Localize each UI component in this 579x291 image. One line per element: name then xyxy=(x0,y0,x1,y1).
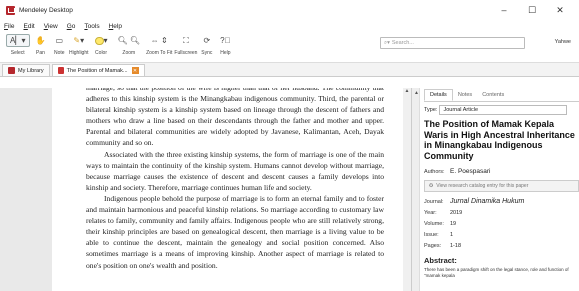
maximize-icon[interactable]: ☐ xyxy=(519,3,545,17)
minimize-icon[interactable]: – xyxy=(491,3,517,17)
details-tabs: Details Notes Contents xyxy=(424,88,579,102)
pages-label: Pages: xyxy=(424,242,442,249)
menu-tools[interactable]: Tools xyxy=(84,23,99,30)
highlight-icon: ✎ ▾ xyxy=(73,36,85,45)
paragraph: Indigenous people behold the purpose of … xyxy=(86,193,384,270)
pan-button[interactable]: ✋ Pan xyxy=(32,34,50,56)
main-content: marriage, so that the position of the wi… xyxy=(0,88,579,291)
tab-document[interactable]: The Position of Mamak... ✕ xyxy=(51,64,145,76)
panel-splitter[interactable]: ▲ xyxy=(412,88,420,291)
user-name[interactable]: Yahwe xyxy=(555,39,571,45)
highlight-button[interactable]: ✎ ▾ Highlight xyxy=(69,34,88,56)
tab-details[interactable]: Details xyxy=(424,89,453,101)
journal-label: Journal: xyxy=(424,198,444,205)
tab-my-library[interactable]: My Library xyxy=(2,64,50,76)
window-controls: – ☐ ✕ xyxy=(491,3,573,17)
details-panel: ▲ Details Notes Contents Type: Journal A… xyxy=(412,88,579,291)
issue-label: Issue: xyxy=(424,231,439,238)
details-content: Details Notes Contents Type: Journal Art… xyxy=(424,88,579,291)
zoom-icon: 🔍︎ 🔍︎ xyxy=(117,36,141,45)
issue-row: Issue: 1 xyxy=(424,229,579,240)
viewer-gutter xyxy=(0,88,52,291)
menu-bar: File Edit View Go Tools Help xyxy=(0,20,579,32)
collapse-arrow-icon[interactable]: ▲ xyxy=(414,90,419,96)
menu-edit[interactable]: Edit xyxy=(24,23,35,30)
library-icon xyxy=(8,67,15,74)
window-title: Mendeley Desktop xyxy=(19,6,73,14)
menu-go[interactable]: Go xyxy=(67,23,76,30)
volume-value[interactable]: 19 xyxy=(450,221,456,227)
zoom-fit-icon: ⇔ ⇕ xyxy=(150,36,168,45)
pages-value[interactable]: 1-18 xyxy=(450,243,461,249)
authors-value[interactable]: E. Poespasari xyxy=(450,168,490,175)
volume-label: Volume: xyxy=(424,220,444,227)
help-icon: ?⃝ xyxy=(220,36,231,45)
authors-label: Authors: xyxy=(424,168,445,175)
pdf-page[interactable]: marriage, so that the position of the wi… xyxy=(52,88,404,291)
paragraph: marriage, so that the position of the wi… xyxy=(86,88,384,148)
pages-row: Pages: 1-18 xyxy=(424,240,579,251)
document-title[interactable]: The Position of Mamak Kepala Waris in Hi… xyxy=(424,119,576,161)
search-icon: ⌕▾ xyxy=(384,39,390,46)
fullscreen-button[interactable]: ⛶ Fullscreen xyxy=(174,34,197,57)
fullscreen-icon: ⛶ xyxy=(183,35,189,45)
pdf-icon xyxy=(57,67,64,74)
cursor-icon: A▏▾ xyxy=(6,34,30,47)
mendeley-window: Mendeley Desktop – ☐ ✕ File Edit View Go… xyxy=(0,0,579,291)
search-placeholder: Search... xyxy=(391,40,414,46)
type-row: Type: Journal Article xyxy=(424,105,579,115)
year-value[interactable]: 2019 xyxy=(450,210,462,216)
hand-icon: ✋ xyxy=(35,36,46,45)
journal-value[interactable]: Jurnal Dinamika Hukum xyxy=(450,198,524,205)
color-button[interactable]: ▾ Color xyxy=(91,34,112,56)
issue-value[interactable]: 1 xyxy=(450,232,453,238)
sync-icon: ⟳ xyxy=(203,36,211,45)
year-row: Year: 2019 xyxy=(424,207,579,218)
select-button[interactable]: A▏▾ Select xyxy=(6,34,30,56)
note-button[interactable]: ▭ Note xyxy=(51,34,67,56)
type-select[interactable]: Journal Article xyxy=(439,105,568,115)
pdf-viewer[interactable]: marriage, so that the position of the wi… xyxy=(0,88,412,291)
note-icon: ▭ xyxy=(55,36,64,45)
zoom-to-fit-button[interactable]: ⇔ ⇕ Zoom To Fit xyxy=(146,34,172,56)
menu-help[interactable]: Help xyxy=(109,23,122,30)
search-input[interactable]: ⌕▾ Search... xyxy=(380,37,525,49)
tab-notes[interactable]: Notes xyxy=(453,90,477,100)
vertical-scrollbar[interactable]: ▲ xyxy=(403,88,411,291)
paragraph: Associated with the three existing kinsh… xyxy=(86,149,384,192)
close-icon[interactable]: ✕ xyxy=(547,3,573,17)
title-bar: Mendeley Desktop – ☐ ✕ xyxy=(0,0,579,20)
tab-bar: My Library The Position of Mamak... ✕ xyxy=(0,63,579,77)
menu-file[interactable]: File xyxy=(4,23,15,30)
toolbar: A▏▾ Select ✋ Pan ▭ Note ✎ ▾ Highlight ▾ C… xyxy=(0,32,579,63)
volume-row: Volume: 19 xyxy=(424,218,579,229)
year-label: Year: xyxy=(424,209,437,216)
help-button[interactable]: ?⃝ Help xyxy=(216,34,234,56)
journal-row: Journal: Jurnal Dinamika Hukum xyxy=(424,196,579,207)
abstract-text[interactable]: There has been a paradigm shift on the l… xyxy=(424,267,574,279)
abstract-heading: Abstract: xyxy=(424,256,457,265)
authors-row: Authors: E. Poespasari xyxy=(424,167,579,176)
type-label: Type: xyxy=(424,107,438,113)
metadata: Authors: E. Poespasari ✪ View research c… xyxy=(424,167,579,251)
scroll-up-icon[interactable]: ▲ xyxy=(403,88,411,96)
mendeley-logo-icon xyxy=(6,5,15,15)
sync-button[interactable]: ⟳ Sync xyxy=(199,34,214,56)
menu-view[interactable]: View xyxy=(44,23,58,30)
close-tab-icon[interactable]: ✕ xyxy=(131,67,139,74)
zoom-button[interactable]: 🔍︎ 🔍︎ Zoom xyxy=(114,34,145,56)
tab-contents[interactable]: Contents xyxy=(477,90,509,100)
catalog-icon: ✪ xyxy=(429,183,434,189)
color-swatch-icon: ▾ xyxy=(91,34,112,47)
catalog-entry-button[interactable]: ✪ View research catalog entry for this p… xyxy=(424,180,579,192)
